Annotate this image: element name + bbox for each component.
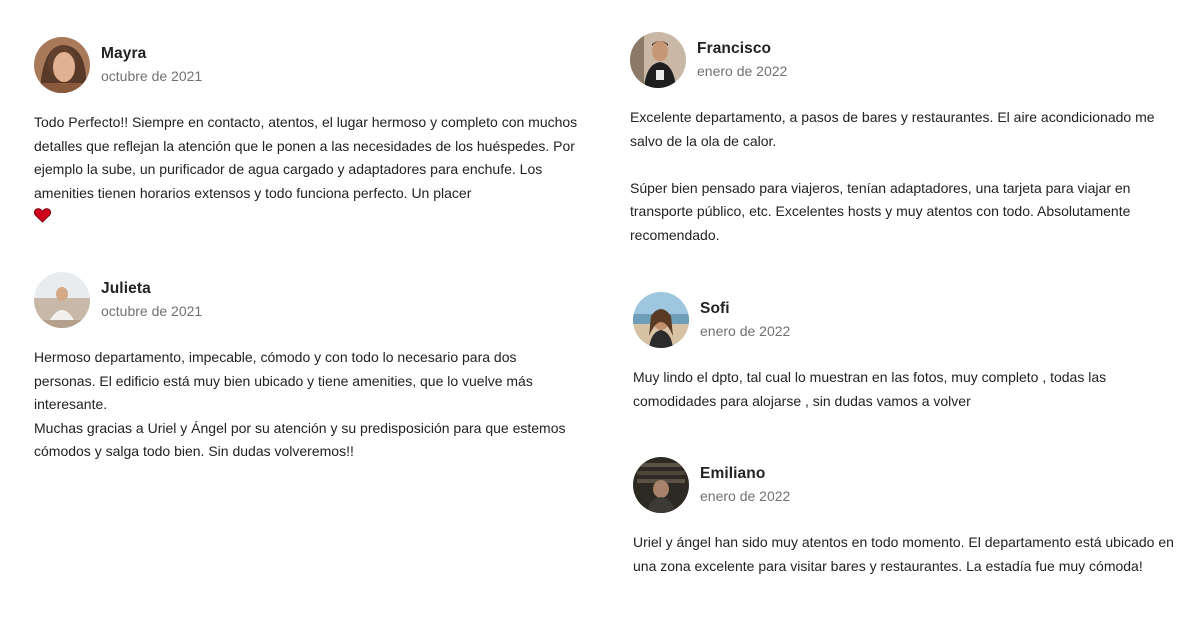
review-header: Julieta octubre de 2021 bbox=[34, 272, 579, 328]
review-paragraph: Súper bien pensado para viajeros, tenían… bbox=[630, 179, 1131, 243]
reviewer-name: Sofi bbox=[700, 300, 730, 317]
avatar[interactable] bbox=[633, 457, 689, 513]
review-mayra: Mayra octubre de 2021 Todo Perfecto!! Si… bbox=[33, 37, 579, 231]
avatar[interactable] bbox=[633, 292, 689, 348]
review-header: Francisco enero de 2022 bbox=[630, 32, 1178, 88]
review-paragraph: Uriel y ángel han sido muy atentos en to… bbox=[633, 534, 1174, 574]
reviewer-name: Francisco bbox=[697, 40, 772, 57]
review-date: enero de 2022 bbox=[697, 63, 788, 79]
reviewer-name: Mayra bbox=[101, 45, 147, 62]
review-date: octubre de 2021 bbox=[101, 303, 203, 319]
review-header: Mayra octubre de 2021 bbox=[34, 37, 579, 93]
avatar[interactable] bbox=[34, 37, 90, 93]
reviewer-name: Emiliano bbox=[700, 465, 766, 482]
red-heart-icon bbox=[33, 207, 52, 231]
review-emiliano: Emiliano enero de 2022 Uriel y ángel han… bbox=[633, 457, 1185, 578]
review-francisco: Francisco enero de 2022 Excelente depart… bbox=[630, 32, 1178, 247]
review-paragraph: Hermoso departamento, impecable, cómodo … bbox=[34, 349, 533, 412]
review-text: Hermoso departamento, impecable, cómodo … bbox=[34, 346, 579, 464]
review-header: Sofi enero de 2022 bbox=[633, 292, 1178, 348]
review-paragraph: Excelente departamento, a pasos de bares… bbox=[630, 109, 1155, 149]
review-date: enero de 2022 bbox=[700, 323, 791, 339]
review-paragraph: Muchas gracias a Uriel y Ángel por su at… bbox=[34, 419, 566, 460]
review-text: Excelente departamento, a pasos de bares… bbox=[630, 106, 1178, 247]
review-sofi: Sofi enero de 2022 Muy lindo el dpto, ta… bbox=[633, 292, 1178, 413]
review-paragraph: Todo Perfecto!! Siempre en contacto, ate… bbox=[34, 114, 578, 201]
avatar[interactable] bbox=[34, 272, 90, 328]
review-text: Muy lindo el dpto, tal cual lo muestran … bbox=[633, 366, 1178, 413]
review-header: Emiliano enero de 2022 bbox=[633, 457, 1185, 513]
review-date: enero de 2022 bbox=[700, 488, 791, 504]
review-julieta: Julieta octubre de 2021 Hermoso departam… bbox=[34, 272, 579, 464]
review-paragraph: Muy lindo el dpto, tal cual lo muestran … bbox=[633, 369, 1107, 409]
avatar[interactable] bbox=[630, 32, 686, 88]
reviewer-name: Julieta bbox=[101, 280, 151, 297]
review-date: octubre de 2021 bbox=[101, 68, 203, 84]
review-text: Todo Perfecto!! Siempre en contacto, ate… bbox=[33, 111, 579, 231]
review-text: Uriel y ángel han sido muy atentos en to… bbox=[633, 531, 1185, 578]
